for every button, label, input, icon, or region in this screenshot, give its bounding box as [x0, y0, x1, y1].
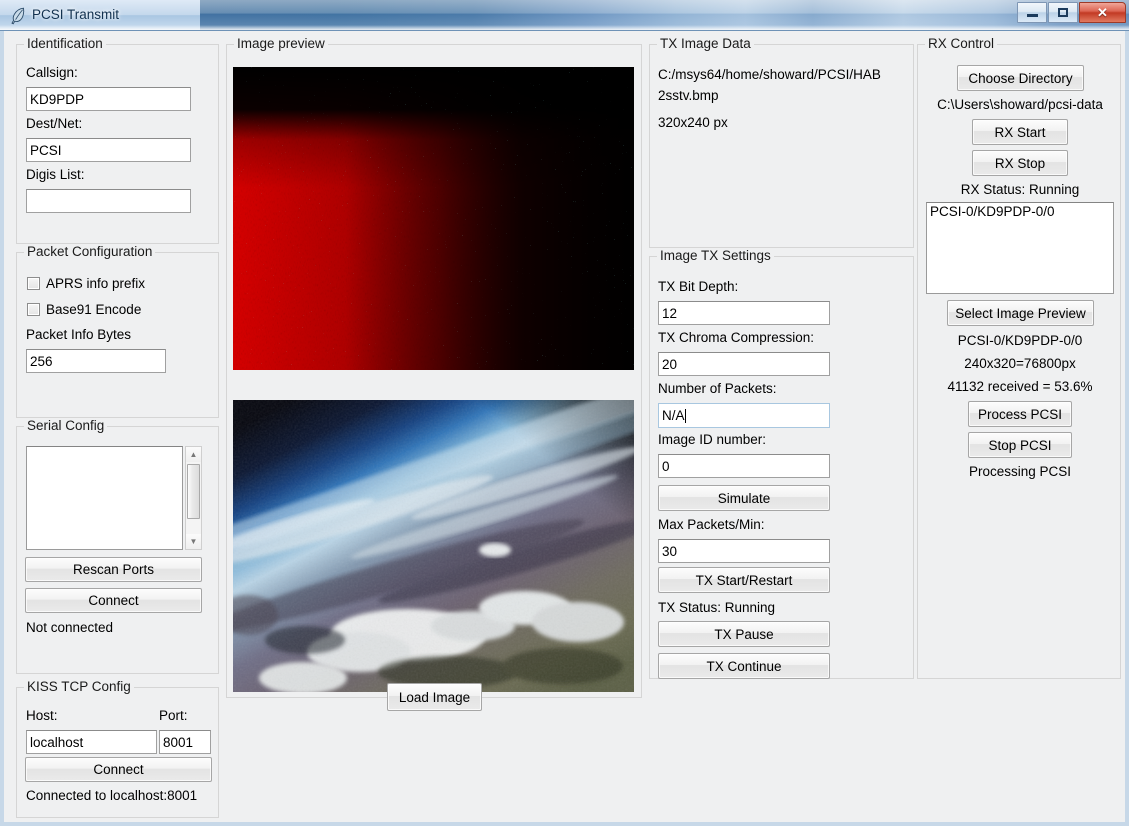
- identification-group: Identification Callsign: KD9PDP Dest/Net…: [16, 44, 219, 244]
- simulate-button[interactable]: Simulate: [658, 485, 830, 511]
- tx-image-data-group: TX Image Data C:/msys64/home/showard/PCS…: [649, 44, 914, 248]
- packet-info-bytes-input[interactable]: 256: [26, 349, 166, 373]
- tx-continue-button[interactable]: TX Continue: [658, 653, 830, 679]
- feather-quill-icon: [9, 6, 27, 25]
- scrollbar-thumb[interactable]: [187, 464, 200, 519]
- rx-images-list[interactable]: PCSI-0/KD9PDP-0/0: [926, 202, 1114, 294]
- dest-net-label: Dest/Net:: [26, 116, 82, 131]
- port-input[interactable]: 8001: [159, 730, 211, 754]
- stop-pcsi-button[interactable]: Stop PCSI: [968, 432, 1072, 458]
- serial-connect-button[interactable]: Connect: [25, 588, 202, 613]
- packet-configuration-group: Packet Configuration APRS info prefix Ba…: [16, 252, 219, 418]
- tx-image-path-line2: 2sstv.bmp: [658, 88, 719, 103]
- max-packets-per-min-label: Max Packets/Min:: [658, 517, 765, 532]
- selected-image-name: PCSI-0/KD9PDP-0/0: [918, 333, 1122, 348]
- earth-from-space-graphic: [233, 400, 634, 692]
- number-of-packets-value: N/A: [662, 408, 685, 423]
- processing-status-text: Processing PCSI: [918, 464, 1122, 479]
- digis-list-input[interactable]: [26, 189, 191, 213]
- tx-image-dimensions: 320x240 px: [658, 115, 728, 130]
- serial-status-text: Not connected: [26, 620, 113, 635]
- scroll-up-icon[interactable]: ▲: [186, 447, 201, 462]
- tx-pause-button[interactable]: TX Pause: [658, 621, 830, 647]
- close-button[interactable]: ✕: [1079, 2, 1126, 23]
- maximize-icon: [1049, 3, 1077, 22]
- scroll-down-icon[interactable]: ▼: [186, 534, 201, 549]
- tx-chroma-compression-label: TX Chroma Compression:: [658, 330, 814, 345]
- close-icon: ✕: [1080, 3, 1125, 22]
- rx-noise-graphic: [233, 67, 634, 370]
- image-tx-settings-group: Image TX Settings TX Bit Depth: 12 TX Ch…: [649, 256, 914, 679]
- choose-directory-button[interactable]: Choose Directory: [957, 65, 1084, 91]
- digis-list-label: Digis List:: [26, 167, 85, 182]
- list-item[interactable]: PCSI-0/KD9PDP-0/0: [927, 203, 1113, 220]
- minimize-icon: [1018, 3, 1046, 22]
- tx-status-text: TX Status: Running: [658, 600, 775, 615]
- serial-config-group-title: Serial Config: [24, 418, 107, 433]
- tx-image-data-group-title: TX Image Data: [657, 36, 754, 51]
- image-preview-group-title: Image preview: [234, 36, 328, 51]
- image-id-number-input[interactable]: 0: [658, 454, 830, 478]
- rescan-ports-button[interactable]: Rescan Ports: [25, 557, 202, 582]
- process-pcsi-button[interactable]: Process PCSI: [968, 401, 1072, 427]
- rx-status-text: RX Status: Running: [918, 182, 1122, 197]
- port-label: Port:: [159, 708, 188, 723]
- load-image-button[interactable]: Load Image: [387, 683, 482, 711]
- callsign-input[interactable]: KD9PDP: [26, 87, 191, 111]
- selected-image-dimensions: 240x320=76800px: [918, 356, 1122, 371]
- checkbox-box: [27, 277, 40, 290]
- tx-image-path-line1: C:/msys64/home/showard/PCSI/HAB: [658, 67, 881, 82]
- base91-encode-label: Base91 Encode: [46, 302, 141, 317]
- text-caret: [685, 409, 686, 423]
- number-of-packets-label: Number of Packets:: [658, 381, 777, 396]
- host-label: Host:: [26, 708, 58, 723]
- window-controls: ✕: [1017, 2, 1126, 23]
- max-packets-per-min-input[interactable]: 30: [658, 539, 830, 563]
- client-area: Identification Callsign: KD9PDP Dest/Net…: [0, 31, 1129, 826]
- aprs-info-prefix-checkbox[interactable]: APRS info prefix: [27, 276, 145, 291]
- rx-start-button[interactable]: RX Start: [972, 119, 1068, 145]
- packet-configuration-group-title: Packet Configuration: [24, 244, 155, 259]
- dest-net-input[interactable]: PCSI: [26, 138, 191, 162]
- title-bar[interactable]: PCSI Transmit ✕: [0, 0, 1129, 31]
- app-window: PCSI Transmit ✕ Identification Callsign:…: [0, 0, 1129, 826]
- checkbox-box: [27, 303, 40, 316]
- rx-control-group: RX Control Choose Directory C:\Users\sho…: [917, 44, 1121, 679]
- image-id-number-label: Image ID number:: [658, 432, 766, 447]
- received-stats-text: 41132 received = 53.6%: [918, 379, 1122, 394]
- number-of-packets-input[interactable]: N/A: [658, 403, 830, 428]
- host-input[interactable]: localhost: [26, 730, 157, 754]
- tx-preview-image: [233, 400, 634, 692]
- aprs-info-prefix-label: APRS info prefix: [46, 276, 145, 291]
- rx-preview-image: [233, 67, 634, 370]
- kiss-connect-button[interactable]: Connect: [25, 757, 212, 782]
- select-image-preview-button[interactable]: Select Image Preview: [947, 300, 1094, 326]
- tx-start-restart-button[interactable]: TX Start/Restart: [658, 567, 830, 593]
- tx-bit-depth-label: TX Bit Depth:: [658, 279, 738, 294]
- window-title: PCSI Transmit: [32, 7, 119, 22]
- image-preview-group: Image preview: [226, 44, 642, 698]
- callsign-label: Callsign:: [26, 65, 78, 80]
- rx-directory-text: C:\Users\showard/pcsi-data: [918, 97, 1122, 112]
- rx-control-group-title: RX Control: [925, 36, 997, 51]
- base91-encode-checkbox[interactable]: Base91 Encode: [27, 302, 141, 317]
- tx-bit-depth-input[interactable]: 12: [658, 301, 830, 325]
- serial-config-group: Serial Config ▲ ▼ Rescan Ports Connect N…: [16, 426, 219, 674]
- serial-ports-scrollbar[interactable]: ▲ ▼: [185, 446, 202, 550]
- identification-group-title: Identification: [24, 36, 106, 51]
- kiss-tcp-config-group-title: KISS TCP Config: [24, 679, 134, 694]
- kiss-status-text: Connected to localhost:8001: [26, 788, 197, 803]
- rx-stop-button[interactable]: RX Stop: [972, 150, 1068, 176]
- minimize-button[interactable]: [1017, 2, 1047, 23]
- kiss-tcp-config-group: KISS TCP Config Host: Port: localhost 80…: [16, 687, 219, 818]
- tx-chroma-compression-input[interactable]: 20: [658, 352, 830, 376]
- serial-ports-list[interactable]: [26, 446, 183, 550]
- packet-info-bytes-label: Packet Info Bytes: [26, 327, 131, 342]
- maximize-button[interactable]: [1048, 2, 1078, 23]
- image-tx-settings-group-title: Image TX Settings: [657, 248, 774, 263]
